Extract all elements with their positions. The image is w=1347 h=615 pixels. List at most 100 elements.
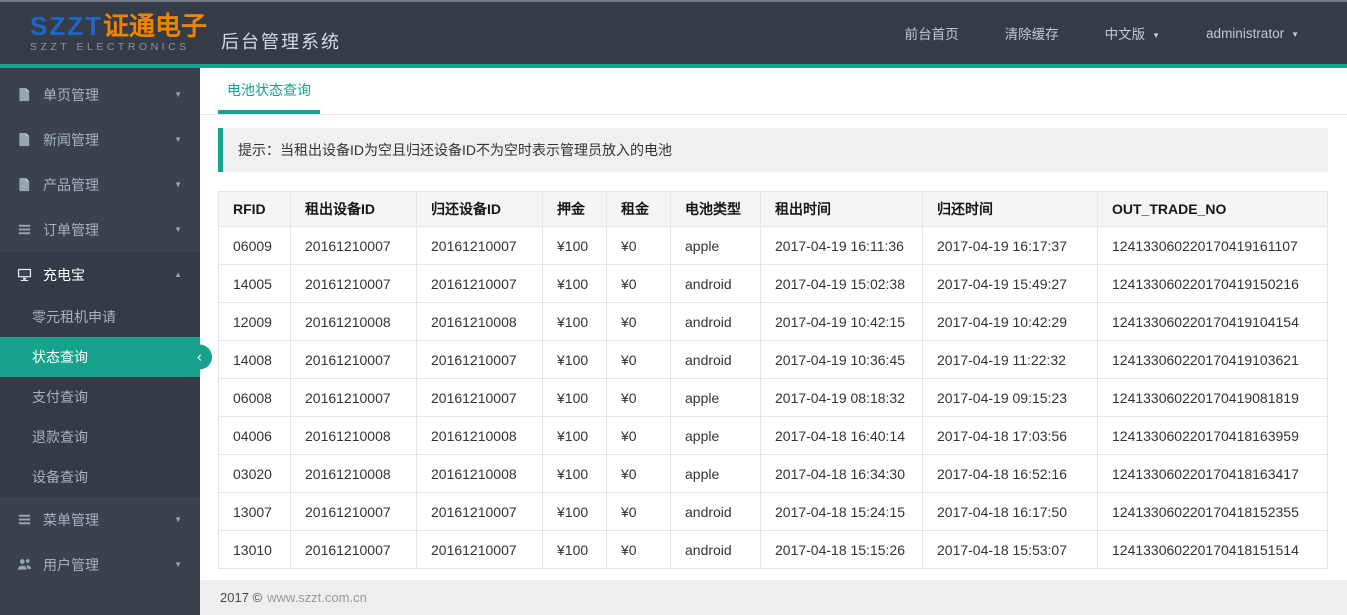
nav-language[interactable]: 中文版 ▼ [1105, 23, 1160, 43]
table-cell: 20161210007 [290, 340, 417, 379]
sidebar-item-label: 用户管理 [43, 556, 99, 573]
nav-clear-cache[interactable]: 清除缓存 [1005, 23, 1059, 43]
sidebar-item-single-page[interactable]: 单页管理 ▼ [0, 72, 200, 117]
tab-bar: 电池状态查询 [200, 68, 1347, 115]
table-cell: 2017-04-19 16:11:36 [760, 226, 923, 265]
chevron-down-icon: ▼ [174, 560, 182, 569]
column-header: 电池类型 [670, 191, 761, 227]
sidebar-subitem-label: 退款查询 [32, 429, 88, 445]
chevron-down-icon: ▼ [174, 180, 182, 189]
table-row: 13010 20161210007 20161210007 ¥100 ¥0 android… [218, 530, 1328, 569]
column-header: 租出时间 [760, 191, 923, 227]
table-cell: ¥100 [542, 530, 607, 569]
table-row: 03020 20161210008 20161210008 ¥100 ¥0 apple 20… [218, 454, 1328, 493]
tip-banner: 提示：当租出设备ID为空且归还设备ID不为空时表示管理员放入的电池 [218, 128, 1328, 172]
table-row: 14005 20161210007 20161210007 ¥100 ¥0 android… [218, 264, 1328, 303]
main-content: 电池状态查询 提示：当租出设备ID为空且归还设备ID不为空时表示管理员放入的电池… [200, 68, 1347, 615]
table-row: 06008 20161210007 20161210007 ¥100 ¥0 apple 20… [218, 378, 1328, 417]
sidebar-item-order[interactable]: 订单管理 ▼ [0, 207, 200, 252]
nav-home[interactable]: 前台首页 [905, 23, 959, 43]
table-cell: 124133060220170418163959 [1097, 416, 1328, 455]
table-cell: 2017-04-18 16:17:50 [922, 492, 1098, 531]
table-cell: 2017-04-19 11:22:32 [922, 340, 1098, 379]
chevron-down-icon: ▼ [174, 515, 182, 524]
table-cell: ¥0 [606, 492, 671, 531]
sidebar-subitem-payment-query[interactable]: 支付查询 [0, 377, 200, 417]
brand-subtitle: SZZT ELECTRONICS [30, 41, 190, 54]
admin-app: SZZT证通电子 SZZT ELECTRONICS 后台管理系统 前台首页 清除缓… [0, 0, 1347, 615]
table-cell: 124133060220170419081819 [1097, 378, 1328, 417]
table-cell: 124133060220170418163417 [1097, 454, 1328, 493]
desktop-icon [17, 267, 33, 283]
chevron-down-icon: ▼ [1291, 29, 1299, 39]
chevron-down-icon: ▼ [174, 225, 182, 234]
table-cell: 03020 [218, 454, 291, 493]
table-cell: android [670, 530, 761, 569]
footer-domain: www.szzt.com.cn [267, 590, 367, 605]
sidebar-subitem-refund-query[interactable]: 退款查询 [0, 417, 200, 457]
sidebar-item-news[interactable]: 新闻管理 ▼ [0, 117, 200, 162]
sidebar-item-product[interactable]: 产品管理 ▼ [0, 162, 200, 207]
column-header: OUT_TRADE_NO [1097, 191, 1328, 227]
table-cell: 20161210007 [290, 226, 417, 265]
table-row: 14008 20161210007 20161210007 ¥100 ¥0 android… [218, 340, 1328, 379]
table-cell: 12009 [218, 302, 291, 341]
list-icon [17, 222, 33, 238]
table-cell: 20161210008 [290, 416, 417, 455]
table-cell: 2017-04-19 10:42:29 [922, 302, 1098, 341]
nav-user[interactable]: administrator ▼ [1206, 26, 1299, 41]
table-cell: 20161210008 [416, 302, 543, 341]
brand-name-cn: 证通电子 [103, 11, 208, 42]
table-cell: 2017-04-19 09:15:23 [922, 378, 1098, 417]
sidebar-item-label: 订单管理 [43, 221, 99, 238]
table-cell: ¥100 [542, 226, 607, 265]
table-row: 06009 20161210007 20161210007 ¥100 ¥0 apple 20… [218, 226, 1328, 265]
column-header: 归还时间 [922, 191, 1098, 227]
sidebar-subitem-status-query[interactable]: 状态查询 ‹ [0, 337, 212, 377]
sidebar-item-menu[interactable]: 菜单管理 ▼ [0, 497, 200, 542]
table-cell: 124133060220170419103621 [1097, 340, 1328, 379]
table-cell: 14008 [218, 340, 291, 379]
tab-battery-status-query[interactable]: 电池状态查询 [218, 67, 320, 114]
table-cell: 2017-04-18 15:53:07 [922, 530, 1098, 569]
sidebar-subitem-label: 状态查询 [32, 349, 88, 365]
table-cell: 06008 [218, 378, 291, 417]
table-cell: ¥100 [542, 264, 607, 303]
column-header: 租出设备ID [290, 191, 417, 227]
table-cell: 20161210007 [290, 378, 417, 417]
table-cell: 20161210008 [290, 302, 417, 341]
table-cell: 20161210007 [416, 264, 543, 303]
sidebar-collapse-toggle[interactable]: ‹ [187, 344, 212, 370]
list-icon [17, 512, 33, 528]
table-cell: 20161210007 [290, 264, 417, 303]
table-cell: 2017-04-18 15:24:15 [760, 492, 923, 531]
table-cell: 2017-04-19 10:36:45 [760, 340, 923, 379]
table-row: 13007 20161210007 20161210007 ¥100 ¥0 android… [218, 492, 1328, 531]
sidebar-subitem-device-query[interactable]: 设备查询 [0, 457, 200, 497]
table-body: 06009 20161210007 20161210007 ¥100 ¥0 apple 20… [218, 226, 1328, 569]
sidebar-subitem-label: 支付查询 [32, 389, 88, 405]
sidebar-item-user[interactable]: 用户管理 ▼ [0, 542, 200, 587]
top-nav: 前台首页 清除缓存 中文版 ▼ administrator ▼ [905, 23, 1299, 43]
nav-label: administrator [1206, 25, 1285, 41]
table-cell: 20161210008 [290, 454, 417, 493]
table-cell: ¥100 [542, 378, 607, 417]
table-cell: ¥100 [542, 416, 607, 455]
table-cell: ¥0 [606, 530, 671, 569]
table-cell: 20161210008 [416, 454, 543, 493]
table-cell: ¥100 [542, 340, 607, 379]
column-header: 归还设备ID [416, 191, 543, 227]
battery-status-table-wrap: RFID 租出设备ID 归还设备ID 押金 租金 电池类型 租出时间 归还时间 OUT_TRAD… [218, 191, 1328, 569]
table-cell: android [670, 264, 761, 303]
table-cell: 2017-04-19 15:49:27 [922, 264, 1098, 303]
sidebar-item-label: 新闻管理 [43, 131, 99, 148]
table-cell: ¥0 [606, 378, 671, 417]
table-header-row: RFID 租出设备ID 归还设备ID 押金 租金 电池类型 租出时间 归还时间 OUT_TRAD… [218, 191, 1328, 227]
table-cell: 2017-04-18 16:34:30 [760, 454, 923, 493]
table-cell: ¥0 [606, 416, 671, 455]
file-icon [17, 132, 33, 148]
table-cell: apple [670, 378, 761, 417]
sidebar-item-powerbank[interactable]: 充电宝 ▲ [0, 252, 200, 297]
table-cell: ¥0 [606, 302, 671, 341]
sidebar-subitem-zero-rent-apply[interactable]: 零元租机申请 [0, 297, 200, 337]
